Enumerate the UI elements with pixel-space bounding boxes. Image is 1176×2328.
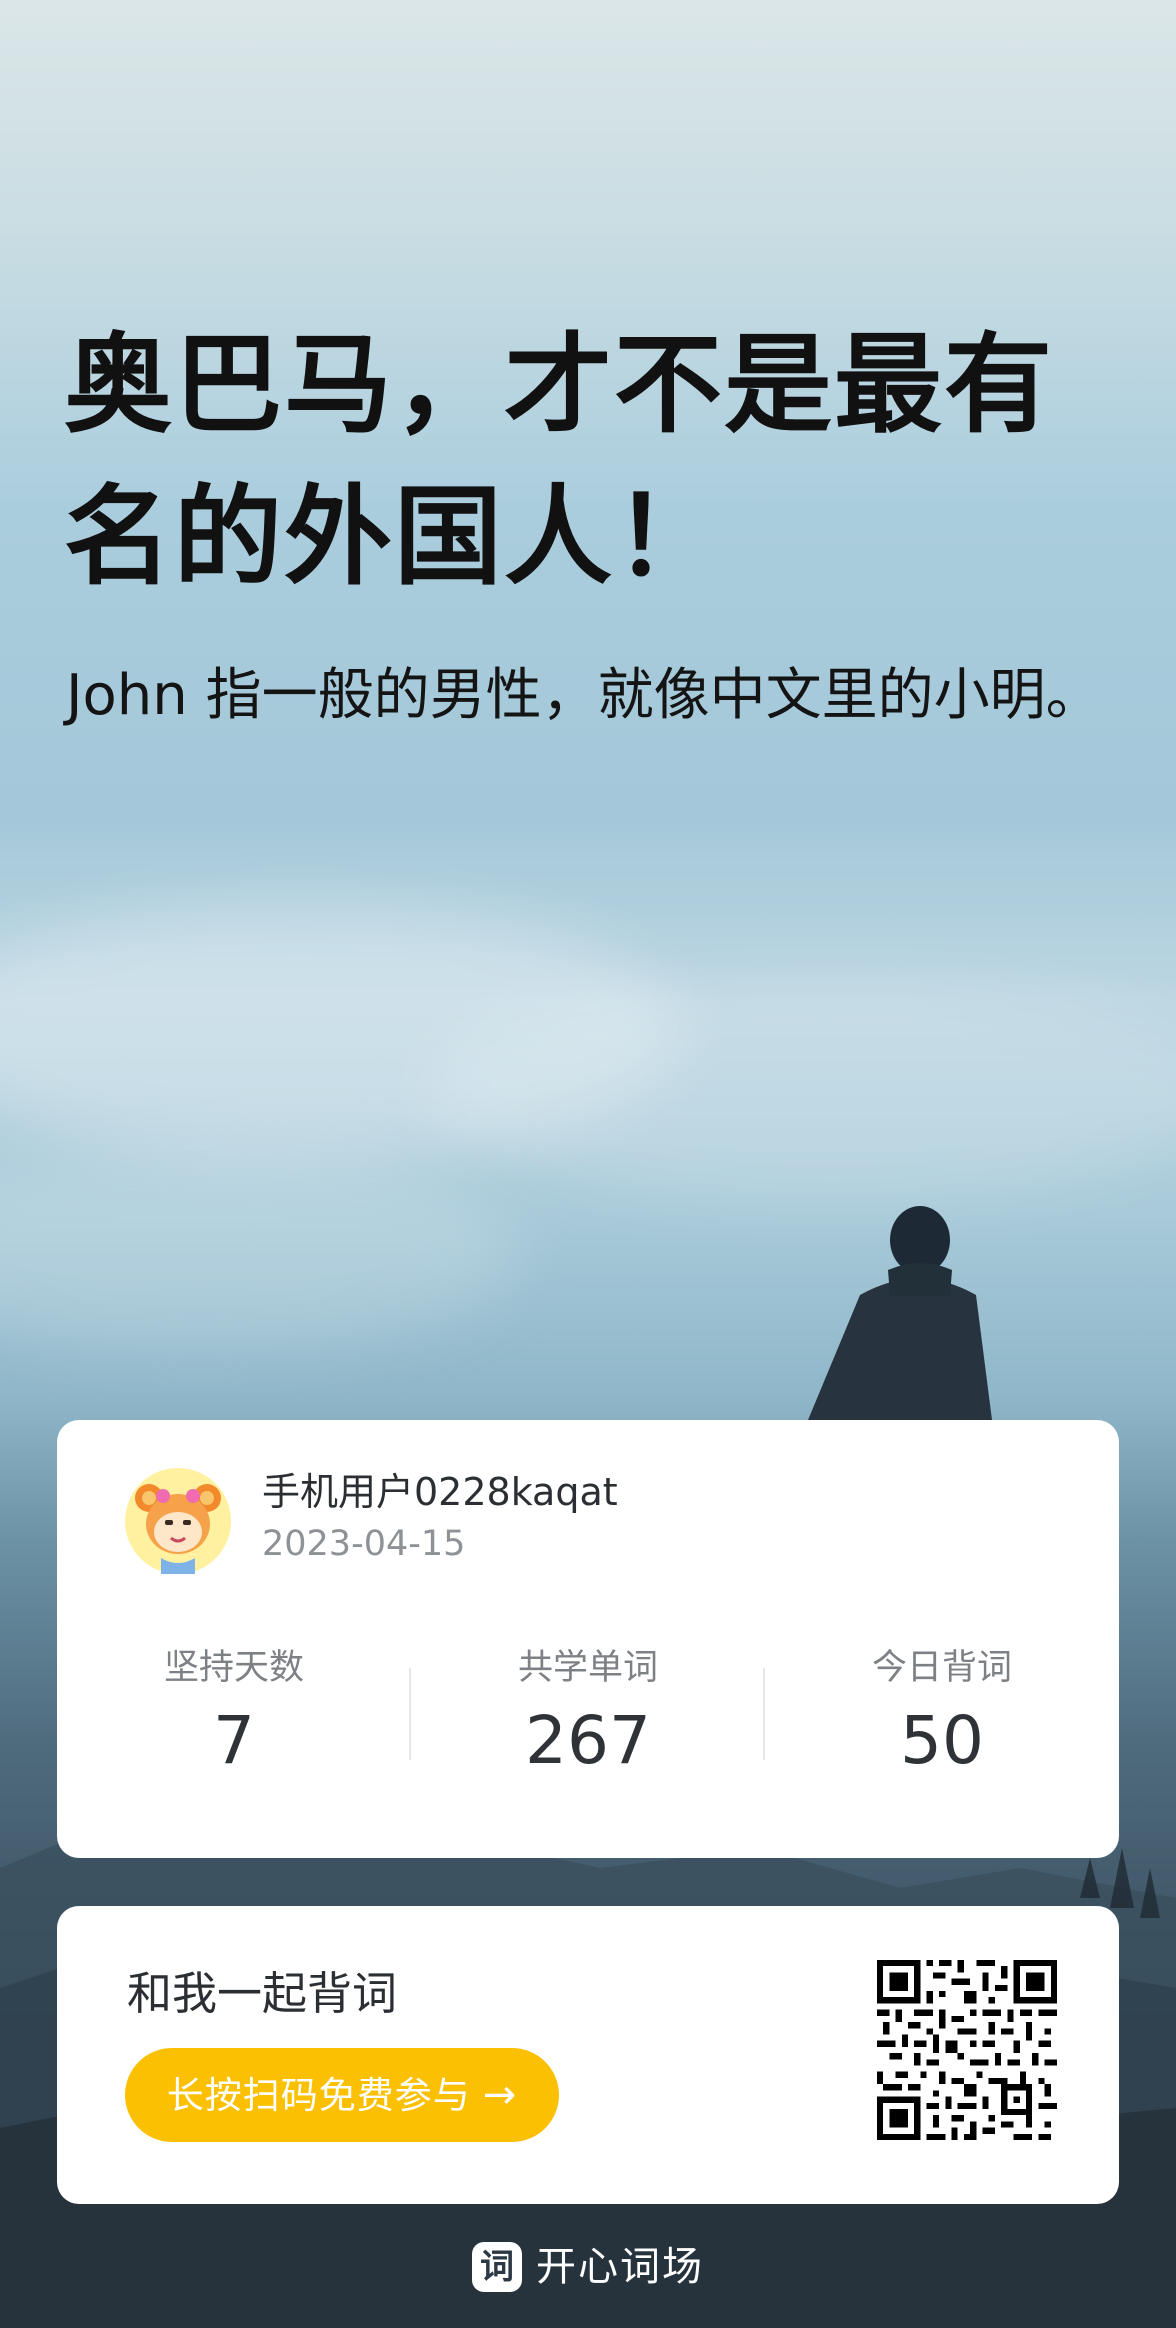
invite-card: 和我一起背词 长按扫码免费参与 → xyxy=(57,1906,1119,2204)
brand-footer: 词 开心词场 xyxy=(0,2240,1176,2294)
scan-to-join-button[interactable]: 长按扫码免费参与 → xyxy=(125,2048,559,2142)
qr-code[interactable] xyxy=(877,1960,1057,2140)
app-name: 开心词场 xyxy=(536,2244,704,2290)
username: 手机用户0228kaqat xyxy=(262,1470,618,1514)
stat-value: 7 xyxy=(213,1702,255,1779)
app-logo-icon: 词 xyxy=(472,2242,522,2292)
share-poster: 奥巴马，才不是最有名的外国人！ John 指一般的男性，就像中文里的小明。 手机… xyxy=(0,0,1176,2328)
headline: 奥巴马，才不是最有名的外国人！ xyxy=(64,323,1055,600)
invite-title: 和我一起背词 xyxy=(127,1967,398,2020)
stat-label: 今日背词 xyxy=(871,1648,1012,1688)
stat-divider xyxy=(409,1668,411,1760)
stat-value: 50 xyxy=(900,1702,984,1779)
stats-row: 坚持天数 7 共学单词 267 今日背词 50 xyxy=(57,1646,1119,1786)
stat-value: 267 xyxy=(525,1702,651,1779)
stat-label: 共学单词 xyxy=(517,1648,658,1688)
arrow-right-icon: → xyxy=(482,2072,518,2118)
subheadline: John 指一般的男性，就像中文里的小明。 xyxy=(66,663,1102,728)
profile-card: 手机用户0228kaqat 2023-04-15 坚持天数 7 共学单词 267… xyxy=(57,1420,1119,1858)
person-silhouette xyxy=(808,1206,992,1420)
fog-layer xyxy=(420,980,1176,1200)
button-label: 长按扫码免费参与 xyxy=(166,2074,471,2117)
stat-today-words: 今日背词 50 xyxy=(765,1646,1119,1782)
avatar xyxy=(125,1468,231,1574)
stat-label: 坚持天数 xyxy=(163,1648,304,1688)
date: 2023-04-15 xyxy=(262,1524,466,1564)
stat-streak-days: 坚持天数 7 xyxy=(57,1646,411,1782)
stat-divider xyxy=(763,1668,765,1760)
stat-total-words: 共学单词 267 xyxy=(411,1646,765,1782)
fog-layer xyxy=(0,1150,520,1350)
